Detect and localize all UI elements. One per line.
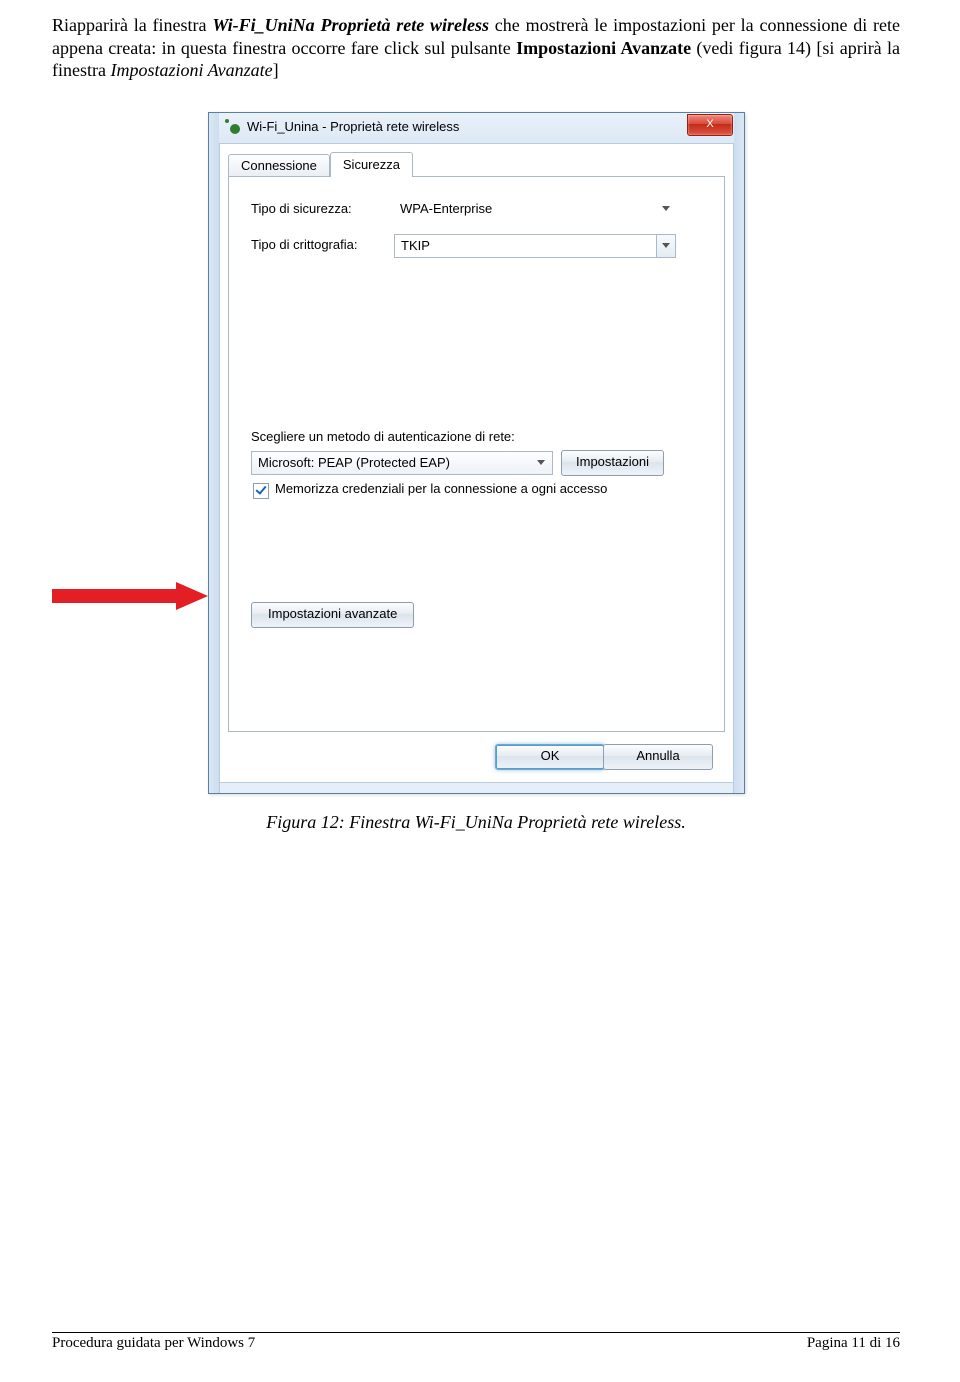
- tab-strip: Connessione Sicurezza: [228, 152, 413, 176]
- tab-sicurezza[interactable]: Sicurezza: [330, 152, 413, 177]
- chevron-down-icon: [537, 460, 545, 465]
- auth-method-caption: Scegliere un metodo di autenticazione di…: [251, 429, 515, 444]
- security-type-dropdown[interactable]: WPA-Enterprise: [394, 198, 674, 220]
- intro-paragraph: Riapparirà la finestra Wi-Fi_UniNa Propr…: [52, 14, 900, 82]
- dropdown-button: [656, 235, 675, 257]
- txt: Impostazioni Avanzate: [516, 38, 691, 58]
- chevron-down-icon: [662, 206, 670, 211]
- footer-right-text: Pagina 11 di 16: [807, 1335, 900, 1352]
- close-icon: X: [706, 118, 713, 130]
- button-label: Impostazioni: [576, 454, 649, 469]
- chevron-down-icon: [662, 243, 670, 248]
- button-label: Annulla: [636, 748, 679, 763]
- txt: Wi-Fi_UniNa Proprietà rete wireless: [212, 15, 489, 35]
- remember-credentials-label: Memorizza credenziali per la connessione…: [275, 481, 635, 498]
- page-footer: Procedura guidata per Windows 7 Pagina 1…: [52, 1332, 900, 1352]
- titlebar[interactable]: Wi-Fi_Unina - Proprietà rete wireless X: [219, 113, 734, 144]
- footer-left-text: Procedura guidata per Windows 7: [52, 1335, 255, 1352]
- auth-settings-button[interactable]: Impostazioni: [561, 450, 664, 476]
- arrow-head-icon: [176, 582, 208, 610]
- dialog-body: Connessione Sicurezza Tipo di sicurezza:…: [219, 143, 734, 783]
- txt: ]: [273, 60, 279, 80]
- ok-button[interactable]: OK: [495, 744, 605, 770]
- tab-label: Connessione: [241, 158, 317, 173]
- auth-method-dropdown[interactable]: Microsoft: PEAP (Protected EAP): [251, 451, 553, 475]
- tab-panel-sicurezza: Tipo di sicurezza: WPA-Enterprise Tipo d…: [228, 176, 725, 732]
- button-label: OK: [541, 748, 560, 763]
- figure-caption: Figura 12: Finestra Wi-Fi_UniNa Propriet…: [52, 812, 900, 833]
- txt: Riapparirà la finestra: [52, 15, 212, 35]
- security-type-label: Tipo di sicurezza:: [251, 201, 352, 216]
- window-frame-right: [733, 113, 744, 793]
- wifi-properties-dialog: Wi-Fi_Unina - Proprietà rete wireless X …: [208, 112, 745, 794]
- txt: Impostazioni Avanzate: [110, 60, 272, 80]
- remember-credentials-checkbox[interactable]: [253, 483, 269, 499]
- advanced-settings-button[interactable]: Impostazioni avanzate: [251, 602, 414, 628]
- button-label: Impostazioni avanzate: [268, 606, 397, 621]
- encryption-type-dropdown[interactable]: TKIP: [394, 234, 676, 258]
- wifi-icon: [225, 119, 241, 135]
- encryption-type-label: Tipo di crittografia:: [251, 237, 357, 252]
- cancel-button[interactable]: Annulla: [603, 744, 713, 770]
- close-button[interactable]: X: [687, 114, 733, 136]
- arrow-stem: [52, 589, 176, 603]
- security-type-value: WPA-Enterprise: [400, 201, 654, 216]
- tab-label: Sicurezza: [343, 157, 400, 172]
- tab-connessione[interactable]: Connessione: [228, 154, 330, 177]
- encryption-type-value: TKIP: [401, 238, 655, 253]
- auth-method-value: Microsoft: PEAP (Protected EAP): [258, 455, 532, 470]
- window-title: Wi-Fi_Unina - Proprietà rete wireless: [247, 119, 459, 134]
- figure-12: Wi-Fi_Unina - Proprietà rete wireless X …: [52, 112, 900, 832]
